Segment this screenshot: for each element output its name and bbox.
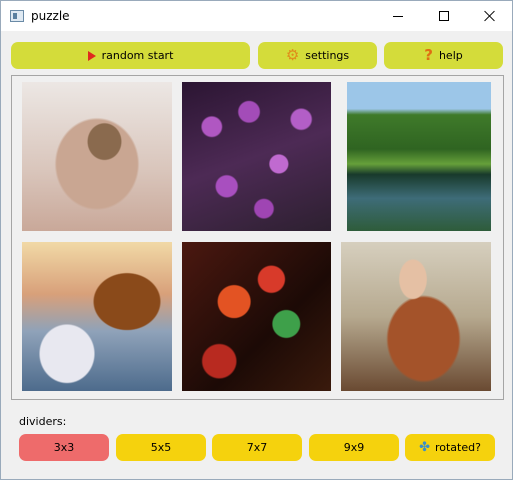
help-label: help [438, 49, 463, 62]
minimize-icon [393, 15, 403, 17]
play-icon [87, 50, 96, 61]
image-tile-cartoon-pets[interactable] [22, 242, 172, 391]
maximize-button[interactable] [421, 1, 467, 31]
divider-9x9-button[interactable]: 9x9 [309, 434, 399, 461]
divider-option-label: 3x3 [53, 441, 75, 454]
app-window: puzzle random start ⚙ settings ? help di… [0, 0, 513, 480]
divider-option-label: 7x7 [246, 441, 268, 454]
divider-7x7-button[interactable]: 7x7 [212, 434, 302, 461]
close-button[interactable] [467, 1, 513, 31]
puzzle-piece-icon: ✤ [419, 440, 430, 455]
maximize-icon [439, 11, 449, 21]
app-icon [10, 10, 24, 22]
dividers-label: dividers: [19, 415, 67, 428]
random-start-button[interactable]: random start [11, 42, 250, 69]
close-icon [484, 10, 496, 22]
gear-icon: ⚙ [285, 46, 300, 64]
image-gallery [11, 75, 504, 400]
window-title: puzzle [31, 9, 70, 23]
divider-5x5-button[interactable]: 5x5 [116, 434, 206, 461]
question-icon: ? [424, 46, 433, 64]
image-tile-flowers[interactable] [182, 82, 331, 231]
title-bar: puzzle [1, 1, 512, 31]
image-tile-painting[interactable] [341, 242, 491, 391]
minimize-button[interactable] [375, 1, 421, 31]
image-tile-ornaments[interactable] [182, 242, 331, 391]
help-button[interactable]: ? help [384, 42, 503, 69]
rotated-label: rotated? [434, 441, 481, 454]
divider-3x3-button[interactable]: 3x3 [19, 434, 109, 461]
divider-option-label: 9x9 [343, 441, 365, 454]
random-start-label: random start [101, 49, 174, 62]
settings-button[interactable]: ⚙ settings [258, 42, 377, 69]
rotated-toggle-button[interactable]: ✤ rotated? [405, 434, 495, 461]
image-tile-pug[interactable] [22, 82, 172, 231]
divider-option-label: 5x5 [150, 441, 172, 454]
image-tile-river[interactable] [347, 82, 491, 231]
settings-label: settings [305, 49, 350, 62]
